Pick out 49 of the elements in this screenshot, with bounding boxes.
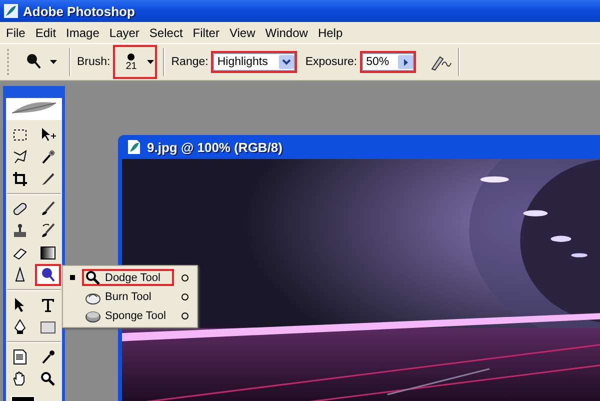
chevron-right-icon [402,58,409,66]
crop-icon [12,171,28,187]
dodge-icon [40,267,56,283]
shortcut-circle-icon [181,274,189,282]
menu-item[interactable]: Select [144,26,188,40]
brush-tip-icon [127,52,136,60]
knife-icon [40,171,56,187]
menu-item[interactable]: Layer [104,26,144,40]
stamp-icon [12,223,28,239]
menu-item[interactable]: Image [61,26,104,40]
rectangle-icon [40,319,56,335]
marquee-icon [12,127,28,143]
shortcut-circle-icon [181,292,189,300]
move-icon [40,127,56,143]
exposure-label: Exposure: [305,56,358,68]
caret-icon [147,60,156,64]
menu-item[interactable]: Edit [30,26,62,40]
exposure-field[interactable]: 50% [362,53,414,71]
document-title: 9.jpg @ 100% (RGB/8) [147,140,282,154]
brush-picker[interactable]: 21 [113,45,158,79]
note-icon [12,349,28,365]
menu-item[interactable]: Window [260,26,313,40]
window-title: Adobe Photoshop [23,4,135,18]
flyout-menu-item[interactable]: Sponge Tool [82,307,174,324]
brush-label: Brush: [77,56,110,68]
tool-button[interactable] [35,264,61,286]
pen-icon [12,319,28,335]
brush-icon [40,201,56,217]
gradient-icon [40,245,56,261]
lasso-icon [12,149,28,165]
history-brush-icon [40,223,56,239]
range-label: Range: [171,56,208,68]
menu-item[interactable]: Filter [188,26,224,40]
flyout-menu-item[interactable]: Burn Tool [82,288,174,305]
menu-item[interactable]: View [224,26,260,40]
brush-size: 21 [126,60,137,72]
range-dropdown[interactable]: Highlights [213,53,296,71]
flyout-menu-item[interactable]: Dodge Tool [82,269,174,286]
type-icon [40,297,56,313]
menu-item[interactable]: Help [312,26,348,40]
document-icon [126,139,142,155]
zoom-icon [40,371,56,387]
wand-icon [40,149,56,165]
app-icon [4,4,18,18]
shortcut-circle-icon [181,312,189,320]
eyedropper-icon [40,349,56,365]
chevron-down-icon [282,59,292,65]
zoom-icon [85,270,101,286]
menu-item[interactable]: File [1,26,30,40]
